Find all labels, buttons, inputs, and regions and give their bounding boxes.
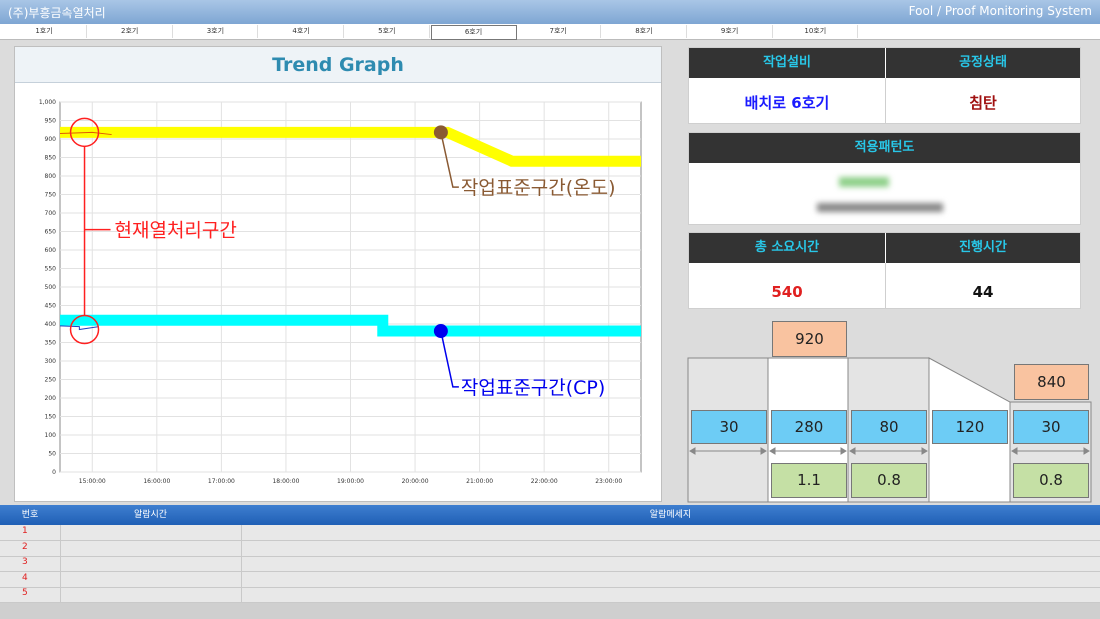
time-step-4: 120 — [932, 410, 1008, 444]
tab-furnace-10[interactable]: 10호기 — [773, 25, 859, 38]
tab-furnace-9[interactable]: 9호기 — [688, 25, 773, 38]
x-tick-label: 15:00:00 — [79, 478, 106, 485]
row-number: 3 — [22, 557, 28, 567]
y-tick-label: 350 — [45, 340, 57, 347]
y-tick-label: 850 — [45, 155, 57, 162]
x-tick-label: 19:00:00 — [337, 478, 364, 485]
pattern-diagram: 920 840 30 280 80 120 30 1.1 0.8 0.8 — [686, 318, 1096, 504]
tab-furnace-7[interactable]: 7호기 — [516, 25, 602, 38]
equipment-value: 배치로 6호기 — [744, 94, 830, 112]
tab-furnace-3[interactable]: 3호기 — [173, 25, 259, 38]
row-number: 5 — [22, 588, 28, 598]
y-tick-label: 400 — [45, 321, 57, 328]
y-tick-label: 500 — [45, 284, 57, 291]
x-tick-label: 17:00:00 — [208, 478, 235, 485]
time-step-2: 280 — [771, 410, 847, 444]
cp-step-2: 1.1 — [771, 463, 847, 498]
cp-step-3: 0.8 — [851, 463, 927, 498]
y-tick-label: 1,000 — [39, 99, 56, 106]
tab-furnace-8[interactable]: 8호기 — [602, 25, 687, 38]
row-number: 2 — [22, 541, 28, 552]
furnace-tabs: 1호기 2호기 3호기 4호기 5호기 6호기 7호기 8호기 9호기 10호기 — [0, 24, 1100, 40]
y-tick-label: 200 — [45, 395, 57, 402]
y-tick-label: 250 — [45, 377, 57, 384]
table-row[interactable]: 4 — [0, 572, 1100, 588]
time-step-5: 30 — [1013, 410, 1089, 444]
row-number: 1 — [22, 526, 28, 536]
y-tick-label: 800 — [45, 173, 57, 180]
tab-furnace-2[interactable]: 2호기 — [88, 25, 173, 38]
alarm-table: 번호 알람시간 알람메세지 1 2 3 4 5 — [0, 505, 1100, 619]
y-tick-label: 150 — [45, 414, 57, 421]
x-tick-label: 23:00:00 — [595, 478, 622, 485]
x-tick-label: 16:00:00 — [143, 478, 170, 485]
annotation-temp-standard: 작업표준구간(온도) — [461, 177, 616, 199]
trend-graph-panel: Trend Graph 0 50 100 150 200 250 300 350 400 450 5… — [14, 46, 662, 502]
total-time-header: 총 소요시간 — [689, 233, 885, 263]
equipment-header: 작업설비 — [689, 48, 885, 78]
time-step-3: 80 — [851, 410, 927, 444]
tab-furnace-4[interactable]: 4호기 — [259, 25, 345, 38]
y-tick-label: 300 — [45, 358, 57, 365]
col-header-alarm-time: 알람시간 — [60, 505, 242, 525]
graph-title: Trend Graph — [15, 47, 661, 83]
process-value: 침탄 — [969, 94, 997, 112]
blurred-pattern-code — [817, 203, 943, 212]
col-header-number: 번호 — [0, 505, 61, 525]
total-time-value: 540 — [771, 283, 803, 301]
temp-standard-dot — [433, 125, 448, 140]
time-step-1: 30 — [691, 410, 767, 444]
x-tick-label: 20:00:00 — [402, 478, 429, 485]
y-tick-label: 450 — [45, 303, 57, 310]
temp-low-value: 840 — [1014, 364, 1089, 400]
y-tick-label: 700 — [45, 210, 57, 217]
process-header: 공정상태 — [886, 48, 1080, 78]
cp-step-5: 0.8 — [1013, 463, 1089, 498]
x-tick-label: 22:00:00 — [531, 478, 558, 485]
y-tick-label: 50 — [48, 451, 56, 458]
company-name: (주)부흥금속열처리 — [8, 6, 106, 20]
y-tick-label: 0 — [52, 469, 56, 476]
annotation-current-section: 현재열처리구간 — [115, 220, 237, 242]
trend-chart: 0 50 100 150 200 250 300 350 400 450 500 550 600 650 7… — [39, 99, 642, 485]
elapsed-time-header: 진행시간 — [886, 233, 1080, 263]
table-row[interactable]: 1 — [0, 525, 1100, 541]
equipment-status-box: 작업설비 공정상태 배치로 6호기 침탄 — [688, 47, 1081, 124]
pattern-header: 적용패턴도 — [689, 133, 1080, 163]
tab-furnace-5[interactable]: 5호기 — [345, 25, 430, 38]
table-row[interactable]: 2 — [0, 541, 1100, 557]
tab-furnace-1[interactable]: 1호기 — [2, 25, 87, 38]
table-row[interactable]: 5 — [0, 587, 1100, 603]
tab-furnace-6[interactable]: 6호기 — [430, 25, 517, 40]
time-box: 총 소요시간 진행시간 540 44 — [688, 232, 1081, 309]
row-number: 4 — [22, 572, 28, 583]
y-tick-label: 100 — [45, 432, 57, 439]
y-tick-label: 600 — [45, 247, 57, 254]
x-tick-label: 21:00:00 — [466, 478, 493, 485]
title-bar: (주)부흥금속열처리 Fool / Proof Monitoring Syste… — [0, 0, 1100, 24]
elapsed-time-value: 44 — [972, 283, 994, 301]
col-header-alarm-message: 알람메세지 — [241, 505, 1100, 525]
temp-high-value: 920 — [772, 321, 847, 357]
table-row[interactable]: 3 — [0, 556, 1100, 572]
table-footer — [0, 603, 1100, 619]
x-tick-label: 18:00:00 — [272, 478, 299, 485]
pattern-box: 적용패턴도 — [688, 132, 1081, 225]
y-tick-label: 750 — [45, 192, 57, 199]
y-tick-label: 650 — [45, 229, 57, 236]
system-name: Fool / Proof Monitoring System — [908, 4, 1092, 18]
y-tick-label: 550 — [45, 266, 57, 273]
annotation-cp-standard: 작업표준구간(CP) — [461, 377, 605, 399]
blurred-pattern-name — [839, 177, 889, 187]
y-tick-label: 900 — [45, 136, 57, 143]
y-tick-label: 950 — [45, 118, 57, 125]
